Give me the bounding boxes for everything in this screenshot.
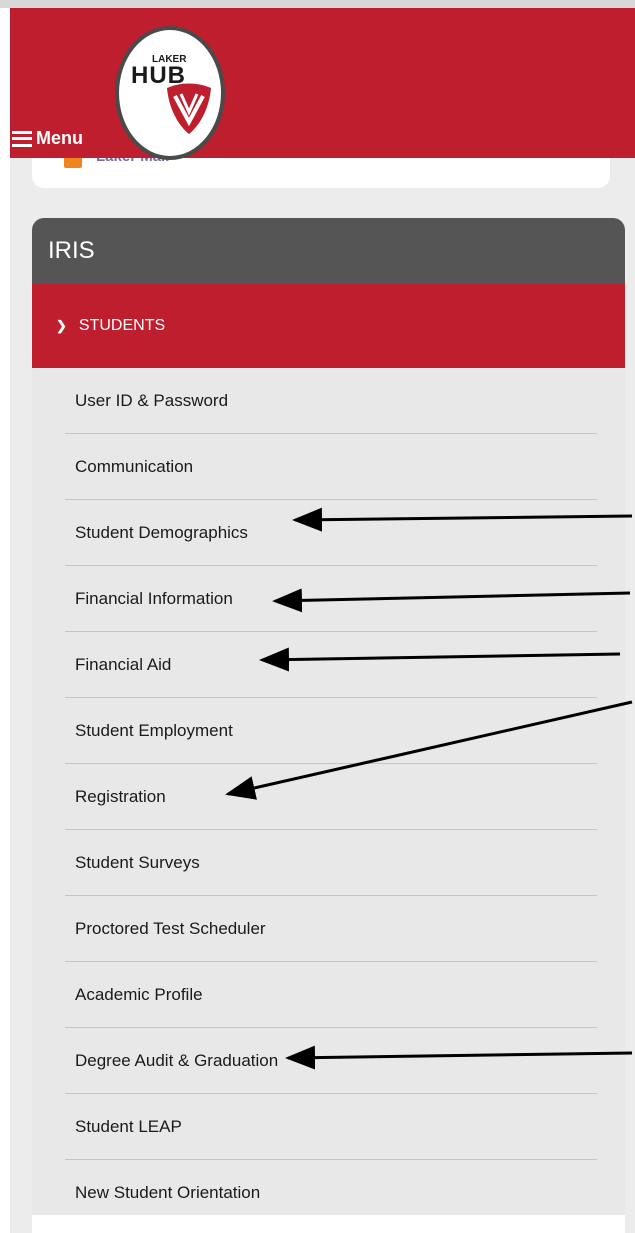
arrow-student-demographics <box>292 507 633 532</box>
annotation-arrows <box>225 507 633 1070</box>
arrow-degree-audit <box>285 1045 633 1070</box>
arrow-financial-information <box>272 588 631 613</box>
arrow-registration <box>225 700 633 800</box>
arrow-financial-aid <box>259 647 621 672</box>
